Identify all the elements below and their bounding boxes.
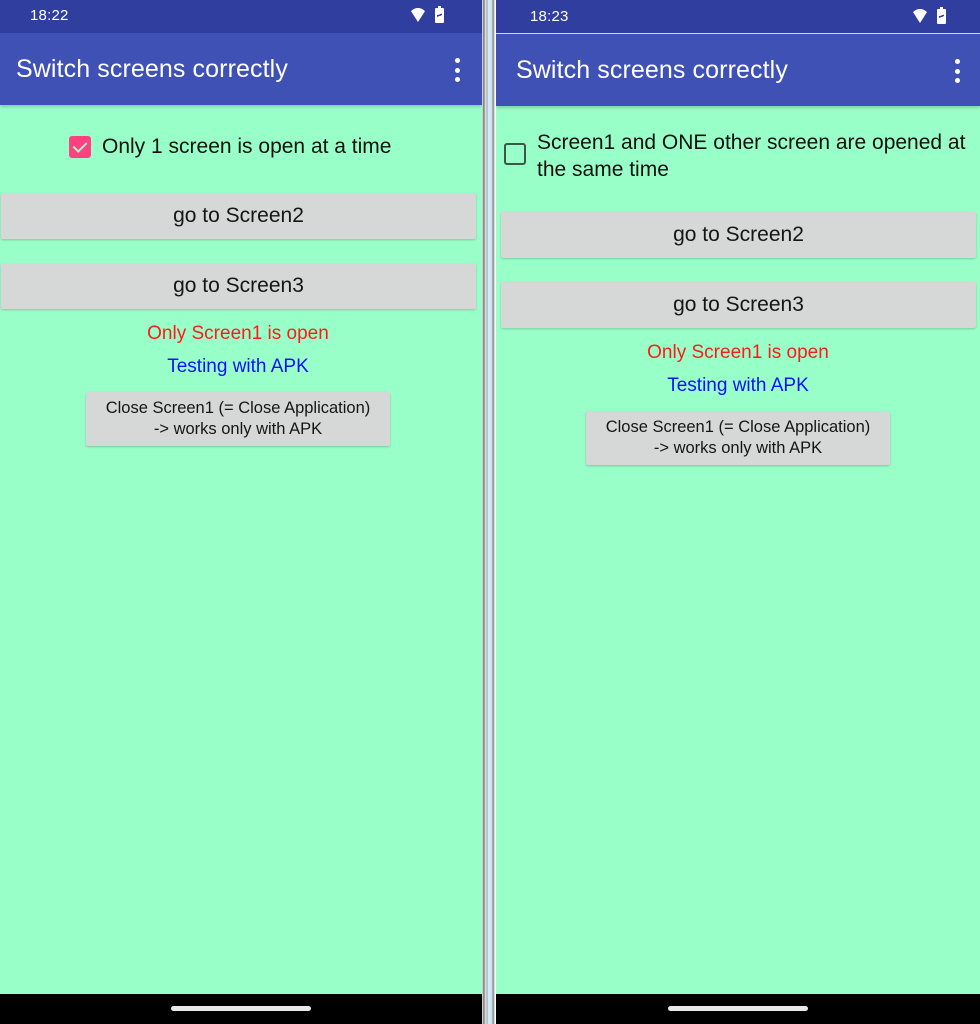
overflow-dot: [454, 67, 460, 73]
checkbox-label: Only 1 screen is open at a time: [102, 135, 392, 158]
close-screen1-button[interactable]: Close Screen1 (= Close Application) -> w…: [586, 411, 890, 465]
wifi-icon: [911, 9, 929, 23]
status-time: 18:23: [530, 8, 569, 25]
two-screens-checkbox-row[interactable]: Screen1 and ONE other screen are opened …: [504, 129, 977, 183]
more-vert-icon[interactable]: [454, 58, 460, 82]
testing-apk-text: Testing with APK: [167, 356, 309, 377]
go-to-screen2-button[interactable]: go to Screen2: [501, 212, 976, 258]
status-bar: 18:22: [0, 0, 482, 33]
navigation-bar: [0, 994, 482, 1024]
overflow-dot: [954, 78, 960, 83]
overflow-dot: [454, 77, 460, 82]
home-gesture-handle[interactable]: [668, 1006, 808, 1011]
single-screen-checkbox-row[interactable]: Only 1 screen is open at a time: [69, 133, 391, 160]
app-title: Switch screens correctly: [16, 55, 288, 83]
battery-charging-icon: [937, 7, 946, 24]
navigation-bar: [496, 994, 980, 1024]
more-vert-icon[interactable]: [954, 59, 960, 83]
testing-apk-text: Testing with APK: [667, 375, 809, 396]
status-icons: [409, 6, 444, 23]
close-button-line1: Close Screen1 (= Close Application): [605, 418, 871, 436]
checkbox-label: Screen1 and ONE other screen are opened …: [537, 131, 966, 181]
screenshot-comparison: 18:22 Switch screens correctly Only 1 sc…: [0, 0, 980, 1024]
window-divider: [482, 0, 496, 1024]
status-icons: [911, 7, 946, 24]
close-button-line2: -> works only with APK: [653, 439, 823, 457]
overflow-dot: [954, 59, 960, 64]
go-to-screen3-button[interactable]: go to Screen3: [1, 263, 476, 309]
phone-screen-right: 18:23 Switch screens correctly Screen1 a…: [496, 0, 980, 1024]
checkbox-unchecked-icon[interactable]: [504, 143, 526, 165]
overflow-dot: [954, 68, 960, 74]
close-screen1-button[interactable]: Close Screen1 (= Close Application) -> w…: [86, 392, 390, 446]
app-bar: Switch screens correctly: [0, 33, 482, 105]
close-button-line2: -> works only with APK: [153, 420, 323, 438]
go-to-screen3-button[interactable]: go to Screen3: [501, 282, 976, 328]
home-gesture-handle[interactable]: [171, 1006, 311, 1011]
main-content: Screen1 and ONE other screen are opened …: [496, 106, 980, 994]
battery-charging-icon: [435, 6, 444, 23]
main-content: Only 1 screen is open at a time go to Sc…: [0, 105, 482, 994]
status-time: 18:22: [30, 7, 69, 24]
checkbox-checked-icon[interactable]: [69, 135, 91, 158]
go-to-screen2-button[interactable]: go to Screen2: [1, 193, 476, 239]
phone-screen-left: 18:22 Switch screens correctly Only 1 sc…: [0, 0, 482, 1024]
screen-status-text: Only Screen1 is open: [147, 323, 329, 344]
app-title: Switch screens correctly: [516, 56, 788, 84]
wifi-icon: [409, 8, 427, 22]
status-bar: 18:23: [496, 0, 980, 33]
app-bar: Switch screens correctly: [496, 34, 980, 106]
screen-status-text: Only Screen1 is open: [647, 342, 829, 363]
overflow-dot: [454, 58, 460, 63]
close-button-line1: Close Screen1 (= Close Application): [105, 399, 371, 417]
